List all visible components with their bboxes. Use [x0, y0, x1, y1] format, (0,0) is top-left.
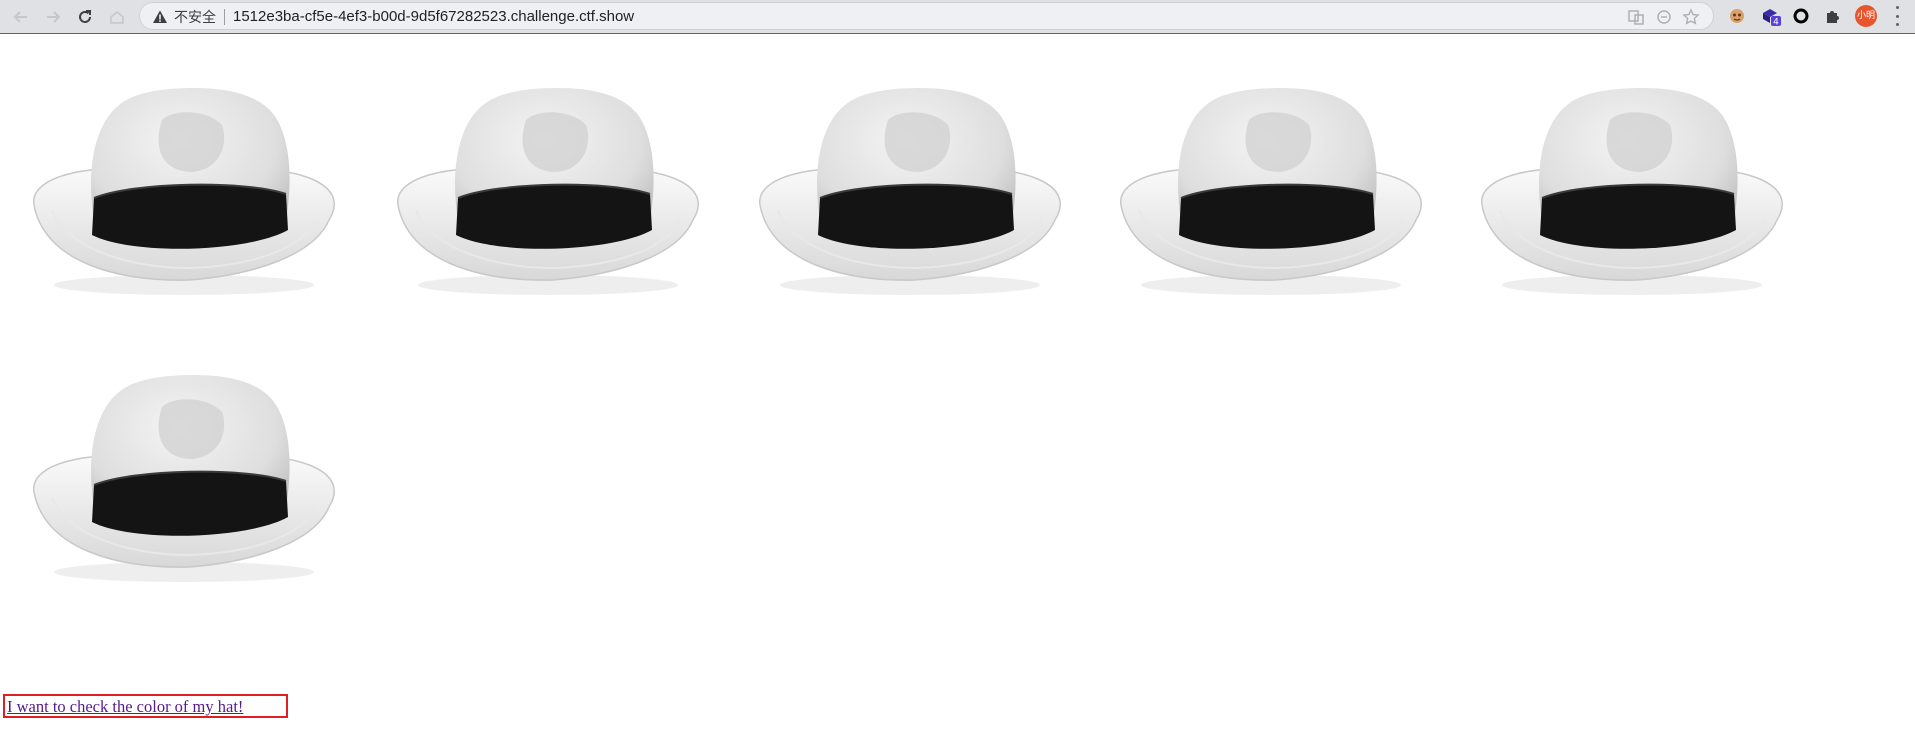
forward-button[interactable]	[40, 4, 66, 30]
extension-cube-icon[interactable]: 4	[1760, 5, 1782, 27]
not-secure-warning-icon[interactable]	[152, 9, 168, 25]
check-hat-color-link[interactable]: I want to check the color of my hat!	[7, 697, 243, 717]
extension-badge-count: 4	[1773, 18, 1779, 28]
reload-button[interactable]	[72, 4, 98, 30]
reload-icon	[79, 10, 91, 23]
back-button[interactable]	[8, 4, 34, 30]
home-button[interactable]	[104, 4, 130, 30]
url-text[interactable]: 1512e3ba-cf5e-4ef3-b00d-9d5f67282523.cha…	[233, 8, 634, 26]
profile-avatar[interactable]: 小明	[1855, 5, 1877, 27]
home-icon	[110, 10, 124, 24]
hat-image	[1111, 70, 1431, 300]
cast-icon[interactable]	[1655, 8, 1673, 26]
extension-cookie-icon[interactable]	[1726, 5, 1748, 27]
hat-image	[1472, 70, 1792, 300]
address-bar[interactable]: 不安全 1512e3ba-cf5e-4ef3-b00d-9d5f67282523…	[139, 2, 1714, 30]
hat-image	[24, 357, 344, 587]
back-arrow-icon	[13, 11, 27, 23]
security-status-label[interactable]: 不安全	[174, 8, 216, 26]
extensions-puzzle-icon[interactable]	[1822, 5, 1844, 27]
browser-menu-icon[interactable]	[1894, 6, 1900, 26]
forward-arrow-icon	[47, 11, 61, 23]
hat-image	[24, 70, 344, 300]
translate-icon[interactable]	[1627, 8, 1645, 26]
extension-ring-icon[interactable]	[1790, 5, 1812, 27]
omnibox-divider	[224, 9, 225, 25]
hat-image	[750, 70, 1070, 300]
hat-image	[388, 70, 708, 300]
browser-toolbar: 不安全 1512e3ba-cf5e-4ef3-b00d-9d5f67282523…	[0, 0, 1915, 34]
bookmark-star-icon[interactable]	[1682, 8, 1700, 26]
